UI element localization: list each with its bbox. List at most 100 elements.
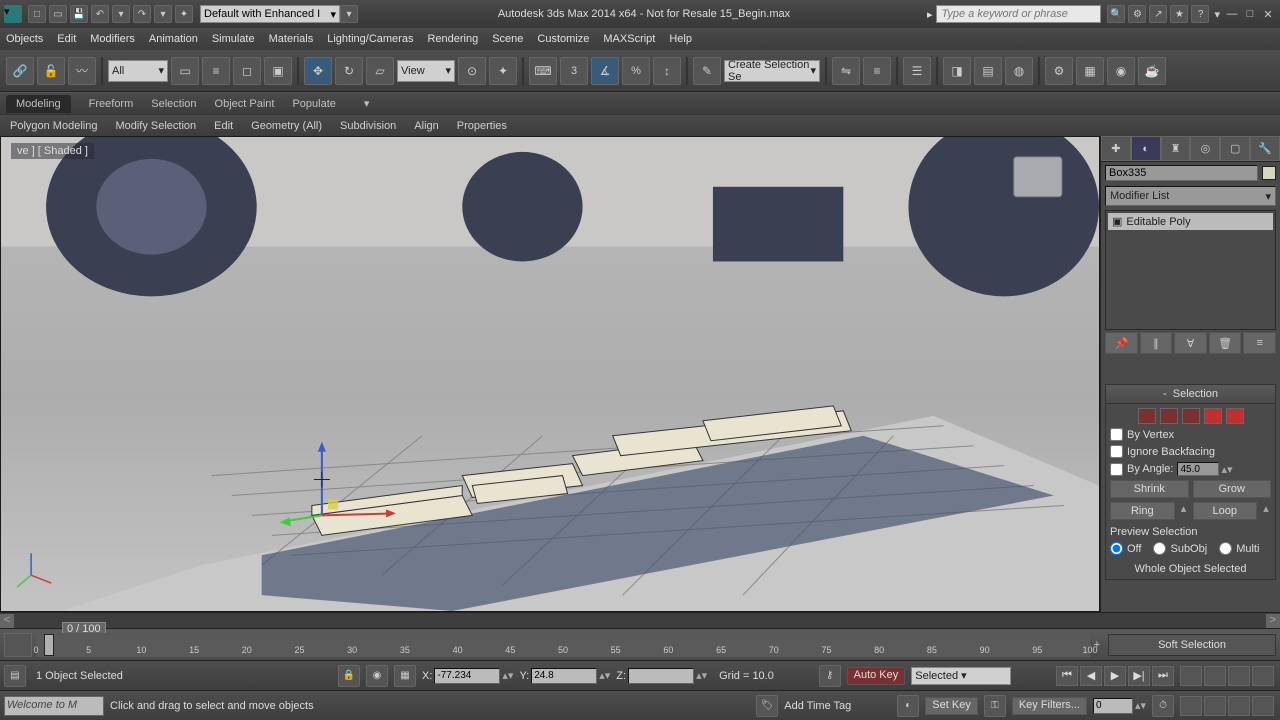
qat-redo-dd-icon[interactable]: ▾ xyxy=(112,5,130,23)
pivot-icon[interactable]: ⊙ xyxy=(458,57,486,85)
stack-configure-icon[interactable]: ≡ xyxy=(1243,332,1276,354)
ribbon-expand-icon[interactable]: ▾ xyxy=(364,97,370,110)
modifier-list-dropdown[interactable]: Modifier List▾ xyxy=(1105,186,1276,206)
favorite-icon[interactable]: ★ xyxy=(1170,5,1188,23)
isolate-icon[interactable]: ◉ xyxy=(366,665,388,687)
ring-spinner-icon[interactable]: ▴ xyxy=(1179,502,1189,520)
cmd-tab-hierarchy-icon[interactable]: ♜ xyxy=(1161,136,1191,161)
cmd-tab-modify-icon[interactable]: ◐ xyxy=(1131,136,1161,161)
spinner-icon[interactable]: ▴▾ xyxy=(1221,463,1232,476)
stack-item-editable-poly[interactable]: ▣Editable Poly xyxy=(1108,213,1273,230)
menu-help[interactable]: Help xyxy=(669,33,692,45)
minimize-button[interactable]: — xyxy=(1224,7,1240,21)
adaptive-degrade-icon[interactable]: ◐ xyxy=(897,695,919,717)
ribbon-panel-subdiv[interactable]: Subdivision xyxy=(334,118,402,134)
by-angle-input[interactable] xyxy=(1177,462,1219,476)
coord-y-input[interactable] xyxy=(531,668,597,684)
selection-filter-dropdown[interactable]: All▾ xyxy=(108,60,168,82)
material-editor-icon[interactable]: ◍ xyxy=(1005,57,1033,85)
workspace-dropdown[interactable]: Default with Enhanced I▾ xyxy=(200,5,340,23)
qat-open-icon[interactable]: ▭ xyxy=(49,5,67,23)
by-angle-checkbox[interactable] xyxy=(1110,463,1123,476)
loop-spinner-icon[interactable]: ▴ xyxy=(1261,502,1271,520)
ribbon-tab-freeform[interactable]: Freeform xyxy=(89,98,134,110)
rollout-soft-selection-header[interactable]: Soft Selection xyxy=(1108,634,1276,656)
curve-editor-icon[interactable]: ◨ xyxy=(943,57,971,85)
next-frame-icon[interactable]: ▶| xyxy=(1128,666,1150,686)
menu-scene[interactable]: Scene xyxy=(492,33,523,45)
refcoord-dropdown[interactable]: View▾ xyxy=(397,60,455,82)
modifier-stack[interactable]: ▣Editable Poly xyxy=(1105,210,1276,330)
select-by-name-icon[interactable]: ≡ xyxy=(202,57,230,85)
named-selset-dropdown[interactable]: Create Selection Se▾ xyxy=(724,60,820,82)
maxscript-listener-icon[interactable]: ▤ xyxy=(4,665,26,687)
ribbon-tab-modeling[interactable]: Modeling xyxy=(6,95,71,113)
menu-animation[interactable]: Animation xyxy=(149,33,198,45)
ribbon-panel-polymodeling[interactable]: Polygon Modeling xyxy=(4,118,103,134)
qat-link-icon[interactable]: ✦ xyxy=(175,5,193,23)
rollout-selection-header[interactable]: - Selection xyxy=(1105,384,1276,404)
stack-show-result-icon[interactable]: ∥ xyxy=(1140,332,1173,354)
subobj-edge-icon[interactable] xyxy=(1160,408,1178,424)
cmd-tab-create-icon[interactable]: ✚ xyxy=(1101,136,1131,161)
by-vertex-checkbox[interactable] xyxy=(1110,428,1123,441)
qat-redo-dd2-icon[interactable]: ▾ xyxy=(154,5,172,23)
object-color-swatch[interactable] xyxy=(1262,166,1276,180)
exchange-icon[interactable]: ↗ xyxy=(1149,5,1167,23)
ribbon-tab-selection[interactable]: Selection xyxy=(151,98,196,110)
render-teapot-icon[interactable]: ☕ xyxy=(1138,57,1166,85)
key-filters-button[interactable]: Key Filters... xyxy=(1012,697,1087,715)
align-icon[interactable]: ≡ xyxy=(863,57,891,85)
move-icon[interactable]: ✥ xyxy=(304,57,332,85)
maximize-button[interactable]: □ xyxy=(1242,7,1258,21)
ribbon-tab-populate[interactable]: Populate xyxy=(292,98,335,110)
info-search-input[interactable] xyxy=(936,5,1101,23)
subscription-icon[interactable]: ⚙ xyxy=(1128,5,1146,23)
bind-spacewarp-icon[interactable]: 〰 xyxy=(68,57,96,85)
nav-walk-icon[interactable] xyxy=(1204,696,1226,716)
stack-pin-icon[interactable]: 📌 xyxy=(1105,332,1138,354)
workspace-more-icon[interactable]: ▾ xyxy=(340,5,358,23)
qat-new-icon[interactable]: □ xyxy=(28,5,46,23)
timeslider-prev-button[interactable]: < xyxy=(0,614,14,628)
grow-button[interactable]: Grow xyxy=(1193,480,1272,498)
lock-icon[interactable]: 🔒 xyxy=(338,665,360,687)
viewport[interactable]: ve ] [ Shaded ] xyxy=(0,136,1100,612)
time-config-icon[interactable]: ⏱ xyxy=(1152,695,1174,717)
qat-save-icon[interactable]: 💾 xyxy=(70,5,88,23)
menu-materials[interactable]: Materials xyxy=(269,33,314,45)
nav-orbit-icon[interactable] xyxy=(1228,696,1250,716)
mirror-icon[interactable]: ⇋ xyxy=(832,57,860,85)
play-icon[interactable]: ▶ xyxy=(1104,666,1126,686)
cmd-tab-display-icon[interactable]: ▢ xyxy=(1220,136,1250,161)
subobj-element-icon[interactable] xyxy=(1226,408,1244,424)
preview-multi-radio[interactable] xyxy=(1219,542,1232,555)
close-button[interactable]: ✕ xyxy=(1260,7,1276,21)
menu-objects[interactable]: Objects xyxy=(6,33,43,45)
viewport-label[interactable]: ve ] [ Shaded ] xyxy=(11,143,94,159)
ribbon-tab-objectpaint[interactable]: Object Paint xyxy=(215,98,275,110)
rect-region-icon[interactable]: ◻ xyxy=(233,57,261,85)
menu-lighting-cameras[interactable]: Lighting/Cameras xyxy=(327,33,413,45)
add-time-tag-button[interactable]: Add Time Tag xyxy=(784,700,851,712)
transform-type-icon[interactable]: ▦ xyxy=(394,665,416,687)
goto-start-icon[interactable]: ⏮ xyxy=(1056,666,1078,686)
app-icon[interactable]: ▾ xyxy=(4,5,22,23)
trackbar-ruler[interactable]: 0510152025303540455055606570758085909510… xyxy=(36,633,1090,657)
search-icon[interactable]: 🔍 xyxy=(1107,5,1125,23)
menu-modifiers[interactable]: Modifiers xyxy=(90,33,135,45)
coord-z-input[interactable] xyxy=(628,668,694,684)
coord-x-input[interactable] xyxy=(434,668,500,684)
menu-rendering[interactable]: Rendering xyxy=(427,33,478,45)
spinner-snap-icon[interactable]: ↕ xyxy=(653,57,681,85)
ring-button[interactable]: Ring xyxy=(1110,502,1175,520)
comm-center-icon[interactable]: ⚷ xyxy=(819,665,841,687)
nav-zoom-ext-icon[interactable] xyxy=(1228,666,1250,686)
subobj-poly-icon[interactable] xyxy=(1204,408,1222,424)
layers-icon[interactable]: ☰ xyxy=(903,57,931,85)
frame-spinner-icon[interactable]: ▴▾ xyxy=(1135,699,1146,712)
render-frame-icon[interactable]: ▦ xyxy=(1076,57,1104,85)
render-prod-icon[interactable]: ◉ xyxy=(1107,57,1135,85)
shrink-button[interactable]: Shrink xyxy=(1110,480,1189,498)
ignore-backfacing-checkbox[interactable] xyxy=(1110,445,1123,458)
